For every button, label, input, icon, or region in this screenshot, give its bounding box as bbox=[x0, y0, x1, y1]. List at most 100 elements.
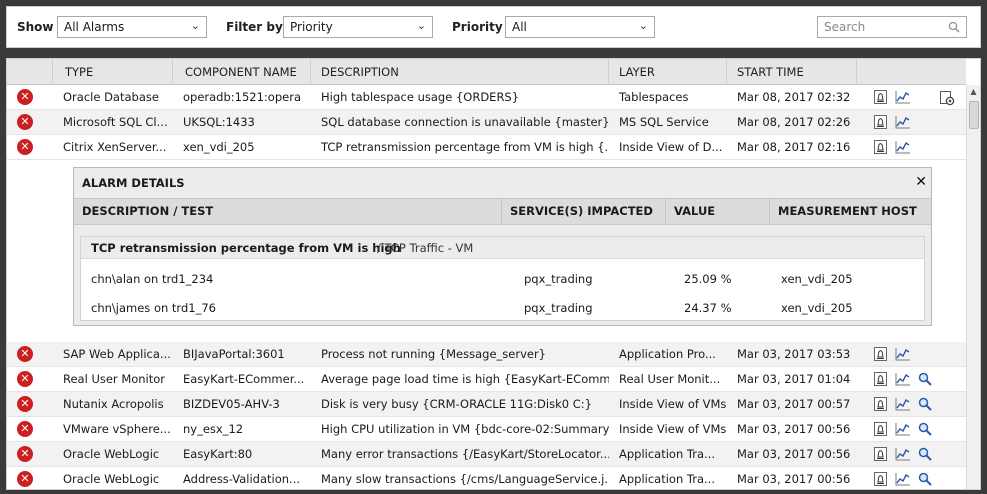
cell-layer: Real User Monit... bbox=[619, 372, 721, 386]
cell-layer: Application Tra... bbox=[619, 472, 715, 486]
cell-description: Many slow transactions {/cms/LanguageSer… bbox=[321, 472, 609, 486]
cell-start-time: Mar 03, 2017 00:56 bbox=[737, 422, 851, 436]
details-body: TCP retransmission percentage from VM is… bbox=[80, 236, 925, 321]
cell-component: EasyKart-ECommer... bbox=[183, 372, 305, 386]
table-row[interactable]: ✕ Microsoft SQL Cl... UKSQL:1433 SQL databa… bbox=[7, 110, 966, 135]
table-row[interactable]: ✕ VMware vSphere... ny_esx_12 High CPU util… bbox=[7, 417, 966, 442]
critical-alarm-icon: ✕ bbox=[17, 396, 33, 412]
magnifier-icon[interactable] bbox=[917, 471, 933, 487]
table-row[interactable]: ✕ Citrix XenServer... xen_vdi_205 TCP retra… bbox=[7, 135, 966, 160]
graph-icon[interactable] bbox=[895, 114, 911, 130]
cell-component: xen_vdi_205 bbox=[183, 140, 255, 154]
header-component[interactable]: COMPONENT NAME bbox=[173, 59, 311, 85]
scroll-up-icon[interactable]: ▲ bbox=[967, 85, 980, 99]
details-header-host: MEASUREMENT HOST bbox=[778, 204, 917, 218]
scrollbar-thumb[interactable] bbox=[969, 101, 979, 129]
details-row-service: pqx_trading bbox=[524, 301, 593, 315]
cell-component: BIZDEV05-AHV-3 bbox=[183, 397, 280, 411]
table-row[interactable]: ✕ Oracle WebLogic Address-Validation... Man… bbox=[7, 467, 966, 489]
acknowledge-icon[interactable] bbox=[873, 446, 889, 462]
show-label: Show bbox=[17, 20, 54, 34]
magnifier-icon[interactable] bbox=[917, 371, 933, 387]
app-frame: Show All Alarms ⌄ Filter by Priority ⌄ P… bbox=[0, 0, 987, 494]
cell-component: ny_esx_12 bbox=[183, 422, 244, 436]
cell-start-time: Mar 03, 2017 01:04 bbox=[737, 372, 851, 386]
magnifier-icon[interactable] bbox=[917, 421, 933, 437]
chevron-down-icon: ⌄ bbox=[190, 19, 200, 32]
header-actions bbox=[857, 59, 966, 85]
filterby-select[interactable]: Priority ⌄ bbox=[283, 16, 433, 38]
acknowledge-icon[interactable] bbox=[873, 421, 889, 437]
critical-alarm-icon: ✕ bbox=[17, 346, 33, 362]
graph-icon[interactable] bbox=[895, 371, 911, 387]
cell-layer: Application Tra... bbox=[619, 447, 715, 461]
cell-description: TCP retransmission percentage from VM is… bbox=[321, 140, 609, 154]
alarms-panel: TYPE COMPONENT NAME DESCRIPTION LAYER ST… bbox=[6, 58, 981, 490]
critical-alarm-icon: ✕ bbox=[17, 371, 33, 387]
cell-description: High CPU utilization in VM {bdc-core-02:… bbox=[321, 422, 609, 436]
table-row[interactable]: ✕ Real User Monitor EasyKart-ECommer... Ave… bbox=[7, 367, 966, 392]
cell-start-time: Mar 08, 2017 02:32 bbox=[737, 90, 851, 104]
details-row-desc: chn\alan on trd1_234 bbox=[91, 272, 214, 286]
search-icon[interactable] bbox=[948, 21, 960, 33]
search-input[interactable]: Search bbox=[817, 16, 967, 38]
search-placeholder: Search bbox=[824, 20, 866, 34]
critical-alarm-icon: ✕ bbox=[17, 114, 33, 130]
details-group-title: TCP retransmission percentage from VM is… bbox=[91, 241, 401, 255]
graph-icon[interactable] bbox=[895, 471, 911, 487]
cell-description: SQL database connection is unavailable {… bbox=[321, 115, 609, 129]
cell-layer: Tablespaces bbox=[619, 90, 689, 104]
acknowledge-icon[interactable] bbox=[873, 471, 889, 487]
show-select[interactable]: All Alarms ⌄ bbox=[57, 16, 207, 38]
graph-icon[interactable] bbox=[895, 396, 911, 412]
table-row[interactable]: ✕ Oracle WebLogic EasyKart:80 Many error tr… bbox=[7, 442, 966, 467]
acknowledge-icon[interactable] bbox=[873, 371, 889, 387]
cell-component: UKSQL:1433 bbox=[183, 115, 255, 129]
vertical-scrollbar[interactable]: ▲ bbox=[966, 85, 980, 489]
cell-type: Citrix XenServer... bbox=[63, 140, 167, 154]
header-description[interactable]: DESCRIPTION bbox=[311, 59, 609, 85]
graph-icon[interactable] bbox=[895, 89, 911, 105]
cell-description: Average page load time is high {EasyKart… bbox=[321, 372, 609, 386]
gear-icon[interactable] bbox=[939, 90, 955, 106]
table-row[interactable]: ✕ SAP Web Applica... BIJavaPortal:3601 Proc… bbox=[7, 342, 966, 367]
priority-label: Priority bbox=[452, 20, 503, 34]
magnifier-icon[interactable] bbox=[917, 446, 933, 462]
magnifier-icon[interactable] bbox=[917, 396, 933, 412]
cell-type: Nutanix Acropolis bbox=[63, 397, 164, 411]
graph-icon[interactable] bbox=[895, 421, 911, 437]
header-layer[interactable]: LAYER bbox=[609, 59, 727, 85]
priority-select[interactable]: All ⌄ bbox=[505, 16, 655, 38]
graph-icon[interactable] bbox=[895, 446, 911, 462]
cell-type: Real User Monitor bbox=[63, 372, 166, 386]
critical-alarm-icon: ✕ bbox=[17, 446, 33, 462]
details-header-services: SERVICE(S) IMPACTED bbox=[502, 199, 666, 224]
details-row-value: 24.37 % bbox=[684, 301, 732, 315]
details-group-test: / TCP Traffic - VM bbox=[377, 241, 474, 255]
table-header: TYPE COMPONENT NAME DESCRIPTION LAYER ST… bbox=[7, 59, 966, 85]
acknowledge-icon[interactable] bbox=[873, 346, 889, 362]
close-icon[interactable]: ✕ bbox=[915, 174, 927, 190]
cell-start-time: Mar 03, 2017 00:56 bbox=[737, 447, 851, 461]
details-header: DESCRIPTION / TEST SERVICE(S) IMPACTED V… bbox=[74, 198, 931, 225]
header-type[interactable]: TYPE bbox=[53, 59, 173, 85]
header-start-time[interactable]: START TIME bbox=[727, 59, 857, 85]
table-row[interactable]: ✕ Nutanix Acropolis BIZDEV05-AHV-3 Disk is … bbox=[7, 392, 966, 417]
header-severity bbox=[7, 59, 53, 85]
cell-component: operadb:1521:opera bbox=[183, 90, 301, 104]
graph-icon[interactable] bbox=[895, 346, 911, 362]
acknowledge-icon[interactable] bbox=[873, 114, 889, 130]
show-select-value: All Alarms bbox=[64, 20, 125, 34]
acknowledge-icon[interactable] bbox=[873, 89, 889, 105]
table-row[interactable]: ✕ Oracle Database operadb:1521:opera High t… bbox=[7, 85, 966, 110]
acknowledge-icon[interactable] bbox=[873, 396, 889, 412]
acknowledge-icon[interactable] bbox=[873, 139, 889, 155]
details-row-desc: chn\james on trd1_76 bbox=[91, 301, 216, 315]
details-header-description: DESCRIPTION / TEST bbox=[74, 199, 502, 224]
graph-icon[interactable] bbox=[895, 139, 911, 155]
cell-layer: Application Pro... bbox=[619, 347, 716, 361]
cell-type: Microsoft SQL Cl... bbox=[63, 115, 168, 129]
cell-layer: Inside View of VMs bbox=[619, 397, 727, 411]
cell-layer: MS SQL Service bbox=[619, 115, 709, 129]
cell-start-time: Mar 03, 2017 00:56 bbox=[737, 472, 851, 486]
